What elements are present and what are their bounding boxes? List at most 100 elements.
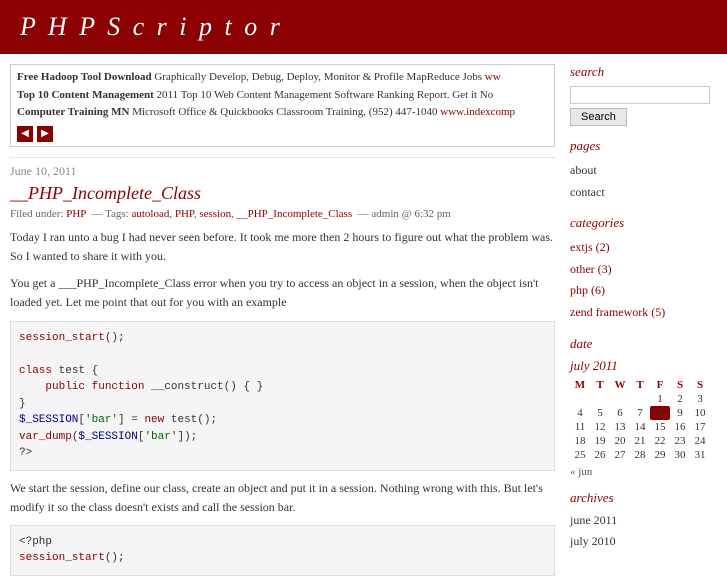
calendar-day: 24 [690, 434, 710, 448]
calendar-day: 5 [590, 406, 610, 420]
calendar-day: 19 [590, 434, 610, 448]
calendar-day: 8 [650, 406, 670, 420]
ad-row-3: Computer Training MN Microsoft Office & … [17, 104, 548, 122]
calendar-day: 1 [650, 392, 670, 406]
calendar-day: 21 [630, 434, 650, 448]
calendar-day: 28 [630, 448, 650, 462]
calendar-day: 18 [570, 434, 590, 448]
calendar-month: july 2011 [570, 358, 710, 374]
post-category-link[interactable]: PHP [66, 208, 86, 220]
calendar-day: 30 [670, 448, 690, 462]
calendar-day: 7 [630, 406, 650, 420]
post-filed-label: Filed under: [10, 208, 63, 220]
ad-text-3: Microsoft Office & Quickbooks Classroom … [132, 106, 437, 118]
calendar-day: 31 [690, 448, 710, 462]
calendar-day: 25 [570, 448, 590, 462]
calendar-day [630, 392, 650, 406]
ad-title-3: Computer Training MN [17, 106, 129, 118]
calendar-day: 22 [650, 434, 670, 448]
calendar-row: 18192021222324 [570, 434, 710, 448]
post-para1: Today I ran unto a bug I had never seen … [10, 228, 555, 266]
sidebar-page-about[interactable]: about [570, 160, 710, 182]
calendar-day: 17 [690, 420, 710, 434]
ad-title-1: Free Hadoop Tool Download [17, 71, 152, 83]
post-para3: We start the session, define our class, … [10, 479, 555, 517]
ad-next-button[interactable]: ▶ [37, 126, 53, 142]
site-header: P H P S c r i p t o r [0, 0, 727, 54]
ad-text-2: 2011 Top 10 Web Content Management Softw… [157, 89, 494, 101]
post-para2: You get a ___PHP_Incomplete_Class error … [10, 274, 555, 312]
site-title: P H P S c r i p t o r [20, 12, 707, 42]
calendar-row: 45678910 [570, 406, 710, 420]
ad-navigation: ◀ ▶ [17, 126, 548, 142]
ad-row-1: Free Hadoop Tool Download Graphically De… [17, 69, 548, 87]
cal-header-s1: S [670, 378, 690, 392]
calendar-day: 14 [630, 420, 650, 434]
calendar-day: 9 [670, 406, 690, 420]
cal-header-w: W [610, 378, 630, 392]
cal-header-s2: S [690, 378, 710, 392]
calendar-day: 10 [690, 406, 710, 420]
archive-july-2010[interactable]: july 2010 [570, 531, 710, 553]
calendar-day: 2 [670, 392, 690, 406]
calendar-day: 20 [610, 434, 630, 448]
calendar-day: 29 [650, 448, 670, 462]
code-block-1: session_start(); class test { public fun… [10, 321, 555, 471]
sidebar-search-title: search [570, 64, 710, 80]
post-tag-incomplete-class[interactable]: __PHP_Incomplete_Class [237, 208, 353, 220]
calendar-row: 25262728293031 [570, 448, 710, 462]
cal-header-f: F [650, 378, 670, 392]
calendar-prev-link[interactable]: « jun [570, 466, 592, 478]
ad-link-1[interactable]: ww [485, 71, 501, 83]
calendar-day [570, 392, 590, 406]
search-button[interactable]: Search [570, 108, 627, 126]
calendar-row: 123 [570, 392, 710, 406]
sidebar-categories-section: categories extjs (2) other (3) php (6) z… [570, 215, 710, 323]
sidebar-pages-section: pages about contact [570, 138, 710, 203]
code-block-2: <?php session_start(); [10, 525, 555, 576]
calendar-day [610, 392, 630, 406]
post-tag-session[interactable]: session [199, 208, 231, 220]
cal-header-m: M [570, 378, 590, 392]
calendar-day: 26 [590, 448, 610, 462]
sidebar-date-section: date july 2011 M T W T F S S 12345678910… [570, 336, 710, 478]
calendar-day: 4 [570, 406, 590, 420]
ad-banner: Free Hadoop Tool Download Graphically De… [10, 64, 555, 147]
calendar-day: 12 [590, 420, 610, 434]
sidebar-page-contact[interactable]: contact [570, 182, 710, 204]
search-input[interactable] [570, 86, 710, 104]
calendar-day: 15 [650, 420, 670, 434]
sidebar-search-section: search Search [570, 64, 710, 126]
post-meta: Filed under: PHP — Tags: autoload, PHP, … [10, 208, 555, 220]
ad-title-2: Top 10 Content Management [17, 89, 154, 101]
main-content: Free Hadoop Tool Download Graphically De… [10, 64, 570, 584]
calendar-day: 16 [670, 420, 690, 434]
post-tag-autoload[interactable]: autoload [131, 208, 169, 220]
post-date: June 10, 2011 [10, 157, 555, 179]
cal-header-t2: T [630, 378, 650, 392]
sidebar-date-title: date [570, 336, 710, 352]
cal-header-t1: T [590, 378, 610, 392]
sidebar-cat-zend[interactable]: zend framework (5) [570, 302, 710, 324]
sidebar-cat-php[interactable]: php (6) [570, 280, 710, 302]
calendar-row: 11121314151617 [570, 420, 710, 434]
calendar-day: 27 [610, 448, 630, 462]
sidebar-archives-title: archives [570, 490, 710, 506]
sidebar-cat-extjs[interactable]: extjs (2) [570, 237, 710, 259]
ad-prev-button[interactable]: ◀ [17, 126, 33, 142]
ad-link-3[interactable]: www.indexcomp [440, 106, 515, 118]
calendar-day: 11 [570, 420, 590, 434]
sidebar: search Search pages about contact catego… [570, 64, 710, 584]
calendar-nav: « jun [570, 466, 710, 478]
calendar-day [590, 392, 610, 406]
calendar-day: 23 [670, 434, 690, 448]
sidebar-cat-other[interactable]: other (3) [570, 259, 710, 281]
sidebar-pages-title: pages [570, 138, 710, 154]
calendar-day: 6 [610, 406, 630, 420]
sidebar-archives-section: archives june 2011 july 2010 [570, 490, 710, 553]
calendar-day: 13 [610, 420, 630, 434]
post-tag-php[interactable]: PHP [175, 208, 194, 220]
ad-text-1: Graphically Develop, Debug, Deploy, Moni… [154, 71, 482, 83]
post-title: __PHP_Incomplete_Class [10, 183, 555, 204]
archive-june-2011[interactable]: june 2011 [570, 510, 710, 532]
